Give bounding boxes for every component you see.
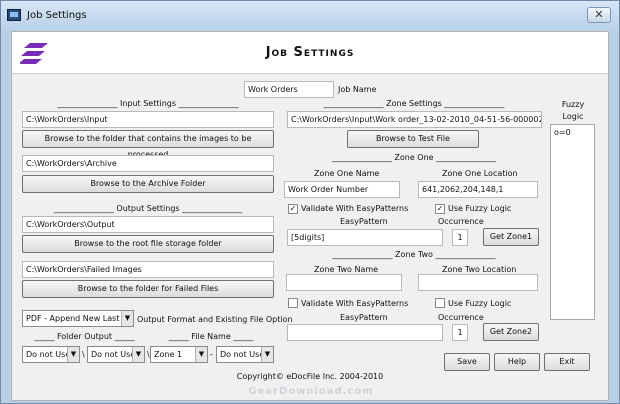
input-settings-heading: _______________ Input Settings _________… <box>57 99 239 108</box>
zone-two-pattern-label: EasyPattern <box>340 313 388 322</box>
output-format-label: Output Format and Existing File Option <box>137 315 293 324</box>
chevron-down-icon: ▼ <box>121 311 133 326</box>
get-zone2-button[interactable]: Get Zone2 <box>483 323 539 341</box>
zone-two-occurrence-label: Occurrence <box>438 313 484 322</box>
title-bar: Job Settings ✕ <box>1 1 619 31</box>
copyright-text: Copyright© eDocFile Inc. 2004-2010 <box>236 372 384 381</box>
fuzzy-logic-label-1: Fuzzy <box>561 100 585 109</box>
file-name-separator: - <box>210 350 213 359</box>
page-title: Job Settings <box>265 45 355 60</box>
browse-output-button[interactable]: Browse to the root file storage folder <box>22 235 274 253</box>
zone-two-heading: _______________ Zone Two _______________ <box>332 250 496 259</box>
archive-folder-field[interactable]: C:\WorkOrders\Archive <box>22 155 274 172</box>
fuzzy-logic-item[interactable]: o=0 <box>554 128 591 138</box>
output-format-value: PDF - Append New Last <box>26 314 120 323</box>
get-zone1-button[interactable]: Get Zone1 <box>483 228 539 246</box>
zone-one-validate-label: Validate With EasyPatterns <box>301 204 409 213</box>
zone-one-fuzzy-label: Use Fuzzy Logic <box>448 204 512 213</box>
browse-failed-button[interactable]: Browse to the folder for Failed Files <box>22 280 274 298</box>
failed-folder-field[interactable]: C:\WorkOrders\Failed Images <box>22 261 274 278</box>
chevron-down-icon: ▼ <box>67 347 79 362</box>
zone-one-heading: _______________ Zone One _______________ <box>331 153 497 162</box>
output-settings-heading: _______________ Output Settings ________… <box>53 204 243 213</box>
dialog-body: Job Settings Work Orders Job Name ______… <box>11 31 609 401</box>
zone-one-occurrence-input[interactable]: 1 <box>452 229 468 246</box>
zone-two-location-input[interactable] <box>418 274 538 291</box>
zone-one-location-input[interactable]: 641,2062,204,148,1 <box>418 181 538 198</box>
zone-settings-heading: _______________ Zone Settings __________… <box>323 99 505 108</box>
job-name-input[interactable]: Work Orders <box>244 81 334 98</box>
chevron-down-icon: ▼ <box>195 347 207 362</box>
header-banner: Job Settings <box>12 32 608 74</box>
zone-two-validate-checkbox[interactable] <box>288 298 298 308</box>
file-name-select-2[interactable]: Do not Use ▼ <box>216 346 274 363</box>
zone-one-fuzzy-checkbox[interactable]: ✓ <box>435 204 445 214</box>
zone-one-validate-checkbox[interactable]: ✓ <box>288 204 298 214</box>
fuzzy-logic-list[interactable]: o=0 <box>550 124 595 320</box>
folder-output-value-2: Do not Use <box>91 350 136 359</box>
folder-output-value-1: Do not Use <box>26 350 71 359</box>
file-name-select-1[interactable]: Zone 1 ▼ <box>150 346 208 363</box>
chevron-down-icon: ▼ <box>261 347 273 362</box>
folder-output-heading: _____ Folder Output _____ <box>34 332 135 341</box>
folder-output-select-2[interactable]: Do not Use ▼ <box>87 346 145 363</box>
fuzzy-logic-label-2: Logic <box>562 112 584 121</box>
zone-two-validate-label: Validate With EasyPatterns <box>301 299 409 308</box>
folder-output-select-1[interactable]: Do not Use ▼ <box>22 346 80 363</box>
output-format-select[interactable]: PDF - Append New Last ▼ <box>22 310 134 327</box>
output-folder-field[interactable]: C:\WorkOrders\Output <box>22 216 274 233</box>
job-name-label: Job Name <box>338 85 377 94</box>
zone-two-fuzzy-label: Use Fuzzy Logic <box>448 299 512 308</box>
help-button[interactable]: Help <box>494 353 540 371</box>
window: Job Settings ✕ Job Settings Work Orders … <box>0 0 620 404</box>
zone-two-pattern-input[interactable] <box>287 324 443 341</box>
watermark-text: GearDownload.com <box>248 386 374 397</box>
zone-one-pattern-input[interactable]: [5digits] <box>287 229 443 246</box>
browse-input-button[interactable]: Browse to the folder that contains the i… <box>22 130 274 159</box>
zone-two-name-input[interactable] <box>286 274 402 291</box>
app-window-icon <box>7 9 21 21</box>
input-folder-field[interactable]: C:\WorkOrders\Input <box>22 111 274 128</box>
browse-test-file-button[interactable]: Browse to Test File <box>347 130 479 148</box>
chevron-down-icon: ▼ <box>132 347 144 362</box>
test-file-field[interactable]: C:\WorkOrders\Input\Work order_13-02-201… <box>287 111 542 128</box>
zone-two-fuzzy-checkbox[interactable] <box>435 298 445 308</box>
zone-one-name-label: Zone One Name <box>314 169 380 178</box>
browse-archive-button[interactable]: Browse to the Archive Folder <box>22 175 274 193</box>
close-button[interactable]: ✕ <box>587 7 611 23</box>
save-button[interactable]: Save <box>444 353 490 371</box>
zone-two-occurrence-input[interactable]: 1 <box>452 324 468 341</box>
window-title: Job Settings <box>27 10 87 21</box>
zone-one-pattern-label: EasyPattern <box>340 217 388 226</box>
zone-one-name-input[interactable]: Work Order Number <box>284 181 400 198</box>
zone-one-occurrence-label: Occurrence <box>438 217 484 226</box>
file-name-value-1: Zone 1 <box>154 350 182 359</box>
file-name-value-2: Do not Use <box>220 350 265 359</box>
exit-button[interactable]: Exit <box>544 353 590 371</box>
zone-one-location-label: Zone One Location <box>442 169 518 178</box>
folder-separator-1: \ <box>82 350 85 359</box>
file-name-heading: _____ File Name _____ <box>168 332 254 341</box>
